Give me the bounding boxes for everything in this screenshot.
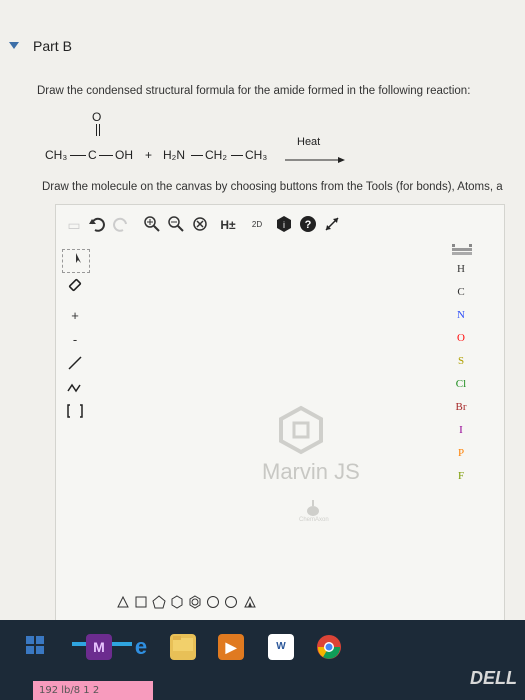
info-icon[interactable]: i [274,215,294,235]
collapse-toggle-icon[interactable] [9,42,19,49]
drawing-canvas[interactable]: Marvin JS ChemAxon [94,245,444,585]
bond-line [99,155,113,156]
marvin-editor[interactable]: ▭ H± 2D i ? + - Marvin JS ChemAxon H C N… [55,204,505,621]
triangle-ring-icon[interactable] [116,595,130,609]
sticky-note: 192 lb/8 1 2 [33,681,153,700]
zoom-in-icon[interactable] [142,215,162,235]
hexagon-ring-icon[interactable] [170,595,184,609]
new-doc-icon[interactable]: ▭ [64,215,84,235]
word-app-icon[interactable]: W [268,634,294,660]
top-toolbar: ▭ H± 2D i ? [56,205,504,245]
eraser-icon[interactable] [62,277,88,299]
marvin-watermark: Marvin JS [262,459,360,484]
bottom-toolbar [116,595,316,615]
reactant2-nh2: H₂N [163,148,185,162]
reaction-arrow [285,153,345,167]
atom-button-n[interactable]: N [446,309,476,321]
reactant1-ch3: CH₃ [45,148,68,162]
bond-line [70,155,86,156]
template-library-icon[interactable] [242,595,258,609]
mail-app-icon[interactable]: M [86,634,112,660]
bond-line [191,155,203,156]
hydrogen-toggle-button[interactable]: H± [216,215,240,235]
plus-sign: + [145,148,153,162]
reaction-condition: Heat [297,136,321,148]
double-bond-line-2 [99,124,100,136]
reactant1-carbon: C [88,148,97,162]
heptagon-ring-icon[interactable] [206,595,220,609]
svg-text:i: i [283,220,285,230]
atom-button-cl[interactable]: Cl [446,378,476,390]
question-instruction: Draw the condensed structural formula fo… [37,85,471,97]
chrome-browser-icon[interactable] [316,634,342,660]
benzene-ring-icon[interactable] [188,595,202,609]
file-explorer-icon[interactable] [170,634,196,660]
edge-browser-icon[interactable]: e [128,634,154,660]
octagon-ring-icon[interactable] [224,595,238,609]
bond-line [231,155,243,156]
undo-icon[interactable] [86,215,108,235]
clean-2d-button[interactable]: 2D [246,215,268,235]
reactant2-ch2: CH₂ [205,148,227,162]
atom-toolbar: H C N O S Cl Br I P F [446,243,476,503]
periodic-table-icon[interactable] [452,243,472,261]
select-tool-icon[interactable] [62,249,90,273]
media-player-icon[interactable]: ▶ [218,634,244,660]
atom-button-br[interactable]: Br [446,401,476,413]
atom-button-o[interactable]: O [446,332,476,344]
atom-button-s[interactable]: S [446,355,476,367]
pentagon-ring-icon[interactable] [152,595,166,609]
chemaxon-label: ChemAxon [299,517,329,523]
marvin-logo-icon [276,405,326,460]
left-toolbar: + - [56,245,94,575]
atom-button-h[interactable]: H [446,263,476,275]
bracket-tool-icon[interactable] [62,403,88,425]
atom-button-c[interactable]: C [446,286,476,298]
reactant1-oh: OH [115,148,133,162]
zoom-out-icon[interactable] [166,215,186,235]
canvas-instruction: Draw the molecule on the canvas by choos… [42,181,503,193]
fullscreen-icon[interactable] [322,215,342,235]
windows-start-icon[interactable] [22,634,48,660]
double-bond-line-1 [96,124,97,136]
assignment-page: Part B Draw the condensed structural for… [0,0,525,621]
dell-logo: DELL [470,668,517,688]
chain-tool-icon[interactable] [62,379,88,401]
part-title: Part B [33,38,72,54]
clear-icon[interactable] [190,215,210,235]
help-icon[interactable]: ? [298,215,318,235]
square-ring-icon[interactable] [134,595,148,609]
redo-icon[interactable] [110,215,132,235]
svg-text:?: ? [305,219,312,231]
single-bond-icon[interactable] [62,355,88,377]
reaction-equation: O CH₃ C OH + H₂N CH₂ CH₃ Heat [45,110,375,170]
atom-button-p[interactable]: P [446,447,476,459]
atom-button-f[interactable]: F [446,470,476,482]
atom-button-i[interactable]: I [446,424,476,436]
carbonyl-oxygen: O [92,110,102,124]
charge-minus-button[interactable]: - [62,329,88,351]
charge-plus-button[interactable]: + [62,305,88,327]
reactant2-ch3: CH₃ [245,148,268,162]
